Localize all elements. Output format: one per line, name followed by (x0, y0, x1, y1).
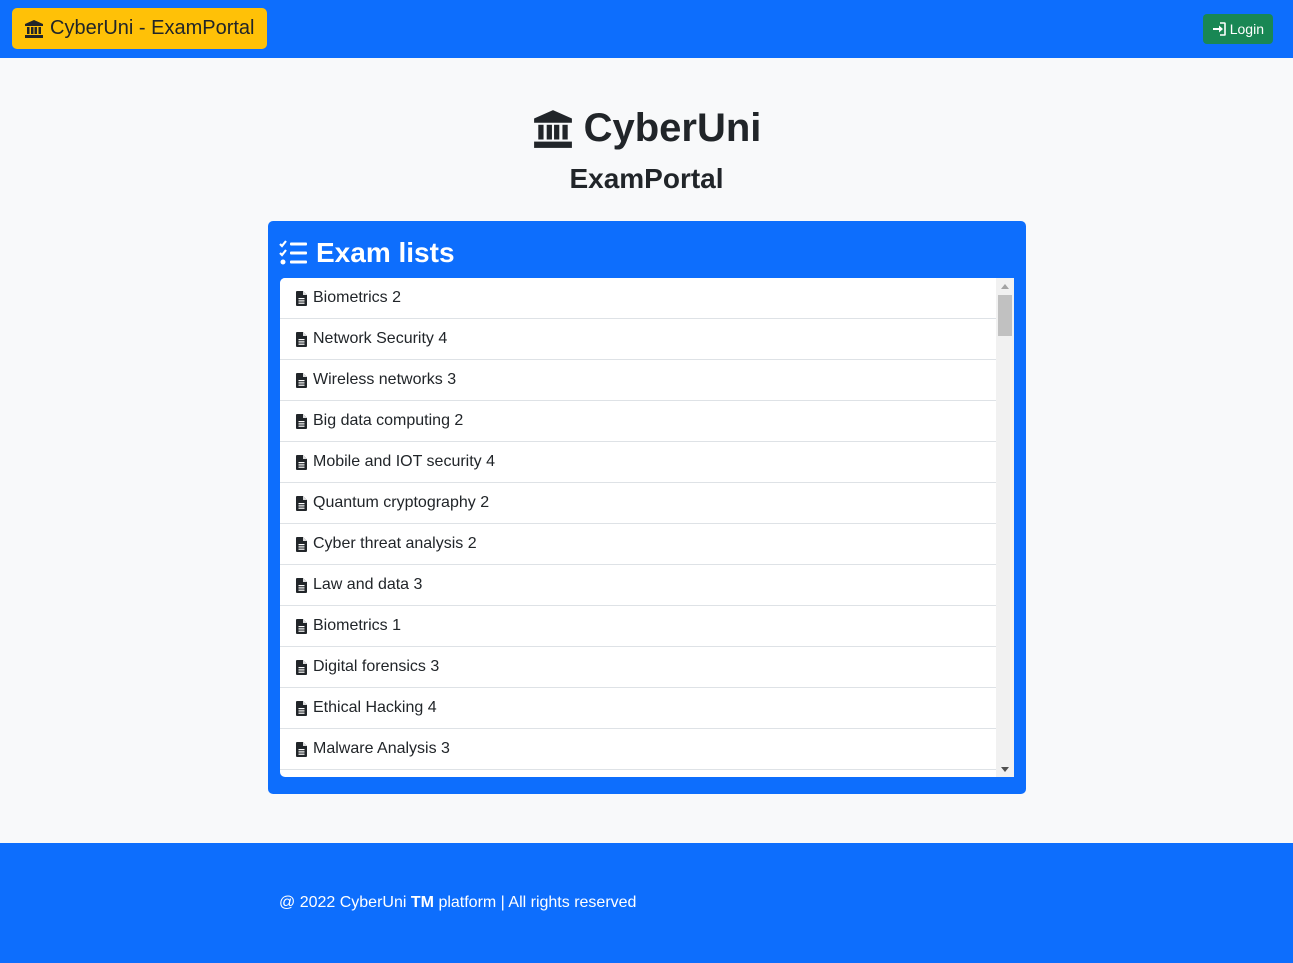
file-text-icon (296, 413, 307, 429)
exam-list-item[interactable]: Wireless networks 3 (280, 360, 996, 401)
file-text-icon (296, 290, 307, 306)
exam-list-item-label: Mobile and IOT security 4 (313, 453, 496, 470)
brand-button[interactable]: CyberUni - ExamPortal (12, 8, 267, 49)
file-text-icon (296, 700, 307, 716)
exam-list-item[interactable]: Mobile and IOT security 4 (280, 442, 996, 483)
exam-list-item[interactable]: Law and data 3 (280, 565, 996, 606)
exam-list-item-label: Law and data 3 (313, 576, 423, 593)
file-text-icon (296, 618, 307, 634)
file-text-icon (296, 536, 307, 552)
exam-list-item-label: Ethical Hacking 4 (313, 699, 437, 716)
login-button[interactable]: Login (1202, 14, 1273, 44)
exam-list-item[interactable]: Malware Analysis 3 (280, 729, 996, 770)
exam-list-item[interactable]: Big data computing 2 (280, 401, 996, 442)
exam-list-item-label: Cyber threat analysis 2 (313, 535, 477, 552)
exam-list-item[interactable]: Biometrics 2 (280, 278, 996, 319)
footer-prefix: @ 2022 CyberUni (279, 894, 407, 911)
university-icon (25, 19, 43, 38)
exam-list-title: Exam lists (316, 237, 455, 268)
file-text-icon (296, 741, 307, 757)
exam-list-item[interactable]: Network Security 4 (280, 319, 996, 360)
file-text-icon (296, 454, 307, 470)
file-text-icon (296, 372, 307, 388)
exam-list-item-label: Digital forensics 3 (313, 658, 440, 675)
file-text-icon (296, 331, 307, 347)
exam-list-item[interactable]: Biometrics 1 (280, 606, 996, 647)
exam-list-item[interactable]: Quantum cryptography 2 (280, 483, 996, 524)
footer: @ 2022 CyberUni TM platform | All rights… (0, 843, 1293, 963)
university-icon (533, 109, 572, 148)
brand-label: CyberUni - ExamPortal (50, 17, 255, 39)
exam-list-item-label: Quantum cryptography 2 (313, 494, 490, 511)
login-label: Login (1229, 21, 1264, 37)
page-title: CyberUni (0, 106, 1293, 151)
exam-list-scrollbar[interactable] (996, 278, 1014, 777)
exam-list-item-label: Malware Analysis 3 (313, 740, 450, 757)
file-text-icon (296, 577, 307, 593)
exam-list-item[interactable]: Cyber threat analysis 2 (280, 524, 996, 565)
footer-trademark: TM (410, 894, 434, 911)
exam-list-item[interactable]: Ethical Hacking 4 (280, 688, 996, 729)
exam-list-item-label: Biometrics 2 (313, 289, 402, 306)
page-title-text: CyberUni (583, 106, 762, 150)
page-subtitle: ExamPortal (569, 163, 724, 194)
file-text-icon (296, 659, 307, 675)
scroll-up-arrow-icon[interactable] (996, 278, 1014, 294)
exam-list-item[interactable]: Digital forensics 3 (280, 647, 996, 688)
navbar: CyberUni - ExamPortal Login (0, 0, 1293, 58)
exam-list-heading: Exam lists (279, 237, 455, 269)
exam-list-card: Exam lists Biometrics 2 Network Security … (268, 221, 1026, 794)
exam-list[interactable]: Biometrics 2 Network Security 4 Wireless n… (280, 278, 1014, 777)
footer-copyright: @ 2022 CyberUni TM platform | All rights… (279, 894, 636, 912)
exam-list-item-label: Big data computing 2 (313, 412, 464, 429)
file-text-icon (296, 495, 307, 511)
footer-suffix: platform | All rights reserved (438, 894, 637, 911)
tasks-icon (279, 240, 307, 265)
exam-list-item-label: Wireless networks 3 (313, 371, 457, 388)
exam-list-item-label: Network Security 4 (313, 330, 448, 347)
scrollbar-thumb[interactable] (998, 295, 1012, 336)
scroll-down-arrow-icon[interactable] (996, 761, 1014, 777)
sign-in-icon (1212, 22, 1226, 36)
exam-list-item-label: Biometrics 1 (313, 617, 402, 634)
